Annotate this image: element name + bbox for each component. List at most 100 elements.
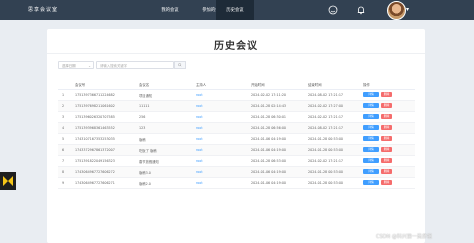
cell-host[interactable]: root	[196, 126, 203, 130]
table-row: 3 1751396026320707585 256 root 2024-01-28 06…	[58, 112, 415, 123]
cell-name: 项目通知	[139, 94, 153, 98]
cell-code: 1743064967727606271	[75, 181, 115, 185]
cell-code: 1743372967861372007	[75, 148, 115, 152]
cell-name: 春节放假通知	[139, 160, 159, 164]
cell-code: 1751393968361463552	[75, 126, 115, 130]
cell-name: 版稿2.0	[139, 182, 151, 186]
cell-end: 2024-08-02 17:21:17	[308, 93, 344, 97]
cell-code: 1751397366711224682	[75, 93, 115, 97]
cell-index: 8	[62, 170, 65, 174]
col-header-start: 开始时间	[251, 83, 265, 87]
cell-code: 1751396026320707585	[75, 115, 115, 119]
table-row: 2 1751397698211061602 11111 root 2024-01-28 …	[58, 101, 415, 112]
table-row: 9 1743064967727606271 版稿2.0 root 2024-01-06 …	[58, 178, 415, 189]
delete-button[interactable]: 删除	[381, 92, 392, 97]
cell-code: 1751391822049156323	[75, 159, 115, 163]
cell-index: 5	[62, 137, 65, 141]
search-button[interactable]	[174, 61, 186, 69]
table-row: 7 1751391822049156323 春节放假通知 root 2024-01-28…	[58, 156, 415, 167]
delete-button[interactable]: 删除	[381, 125, 392, 130]
top-nav-bar: 思享会议室 我的会议 参加的会议 历史会议 ▾	[0, 0, 474, 20]
cell-start: 2024-01-06 04:19:00	[251, 148, 287, 152]
col-header-name: 会议名	[139, 83, 150, 87]
table-row: 1 1751397366711224682 项目通知 root 2024-02-02 1…	[58, 90, 415, 101]
cell-end: 2024-01-28 00:53:00	[308, 148, 344, 152]
cell-end: 2024-02-02 17:21:17	[308, 115, 344, 119]
detail-button[interactable]: 详情	[363, 158, 379, 163]
search-input[interactable]: 请输入搜索关键字	[96, 61, 174, 69]
delete-button[interactable]: 删除	[381, 169, 392, 174]
cell-index: 4	[62, 126, 65, 130]
cell-name: 版稿	[139, 138, 146, 142]
delete-button[interactable]: 删除	[381, 147, 392, 152]
detail-button[interactable]: 详情	[363, 92, 379, 97]
detail-button[interactable]: 详情	[363, 136, 379, 141]
delete-button[interactable]: 删除	[381, 136, 392, 141]
cell-name: 256	[139, 115, 146, 119]
col-header-actions: 操作	[363, 83, 370, 87]
cell-end: 2024-02-02 17:21:17	[308, 159, 344, 163]
chevron-down-icon: ⌄	[88, 64, 91, 68]
cell-index: 1	[62, 93, 65, 97]
table-row: 4 1751393968361463552 123 root 2024-01-28 06…	[58, 123, 415, 134]
cell-host[interactable]: root	[196, 104, 203, 108]
history-meetings-card: 历史会议 选择日期 ⌄ 请输入搜索关键字 会议号 会议名 主持人 开始时间 结束…	[47, 29, 425, 243]
cell-host[interactable]: root	[196, 159, 203, 163]
cell-index: 7	[62, 159, 65, 163]
smile-icon[interactable]	[328, 5, 338, 15]
cell-code: 1743107167353253035	[75, 137, 115, 141]
cell-host[interactable]: root	[196, 93, 203, 97]
cell-end: 2024-08-02 17:21:17	[308, 126, 344, 130]
detail-button[interactable]: 详情	[363, 180, 379, 185]
cell-host[interactable]: root	[196, 115, 203, 119]
detail-button[interactable]: 详情	[363, 114, 379, 119]
cell-host[interactable]: root	[196, 148, 203, 152]
cell-index: 3	[62, 115, 65, 119]
delete-button[interactable]: 删除	[381, 158, 392, 163]
bell-icon[interactable]	[356, 5, 366, 15]
table-header: 会议号 会议名 主持人 开始时间 结束时间 操作	[58, 79, 415, 90]
table-row: 5 1743107167353253035 版稿 root 2024-01-06 04:…	[58, 134, 415, 145]
cell-name: 版稿3.0	[139, 171, 151, 175]
tab-history-meetings[interactable]: 历史会议	[216, 0, 254, 20]
table-row: 6 1743372967861372007 吃饭了 版稿 root 2024-01-06…	[58, 145, 415, 156]
cell-code: 1743064967727606272	[75, 170, 115, 174]
cell-end: 2024-01-28 00:53:00	[308, 137, 344, 141]
cell-index: 9	[62, 181, 65, 185]
chevron-down-icon[interactable]: ▾	[406, 6, 409, 13]
cell-start: 2024-01-28 06:56:00	[251, 126, 287, 130]
delete-button[interactable]: 删除	[381, 114, 392, 119]
cell-code: 1751397698211061602	[75, 104, 115, 108]
page-title: 历史会议	[214, 41, 258, 52]
search-icon	[178, 63, 182, 67]
cell-start: 2024-01-06 04:19:00	[251, 137, 287, 141]
tab-my-meetings[interactable]: 我的会议	[150, 0, 190, 20]
detail-button[interactable]: 详情	[363, 147, 379, 152]
date-filter-value: 选择日期	[62, 64, 76, 68]
cell-host[interactable]: root	[196, 181, 203, 185]
detail-button[interactable]: 详情	[363, 125, 379, 130]
cell-end: 2024-01-28 00:53:00	[308, 170, 344, 174]
cell-start: 2024-02-02 17:11:20	[251, 93, 287, 97]
delete-button[interactable]: 删除	[381, 180, 392, 185]
cell-host[interactable]: root	[196, 170, 203, 174]
delete-button[interactable]: 删除	[381, 103, 392, 108]
detail-button[interactable]: 详情	[363, 103, 379, 108]
floating-logo[interactable]	[0, 172, 16, 190]
app-brand: 思享会议室	[28, 7, 59, 13]
cell-start: 2024-01-06 04:19:00	[251, 170, 287, 174]
watermark-text: CSDN @科兴第一吴彦祖	[376, 234, 432, 240]
cell-index: 2	[62, 104, 65, 108]
cell-end: 2024-02-02 17:27:00	[308, 104, 344, 108]
cell-index: 6	[62, 148, 65, 152]
cell-start: 2024-01-28 06:53:00	[251, 159, 287, 163]
col-header-code: 会议号	[75, 83, 86, 87]
cell-end: 2024-01-28 00:53:00	[308, 181, 344, 185]
cell-name: 123	[139, 126, 146, 130]
detail-button[interactable]: 详情	[363, 169, 379, 174]
user-avatar[interactable]	[387, 1, 406, 20]
cell-host[interactable]: root	[196, 137, 203, 141]
date-filter-select[interactable]: 选择日期 ⌄	[58, 61, 94, 69]
cell-name: 11111	[139, 104, 150, 108]
logo-icon	[3, 176, 13, 186]
